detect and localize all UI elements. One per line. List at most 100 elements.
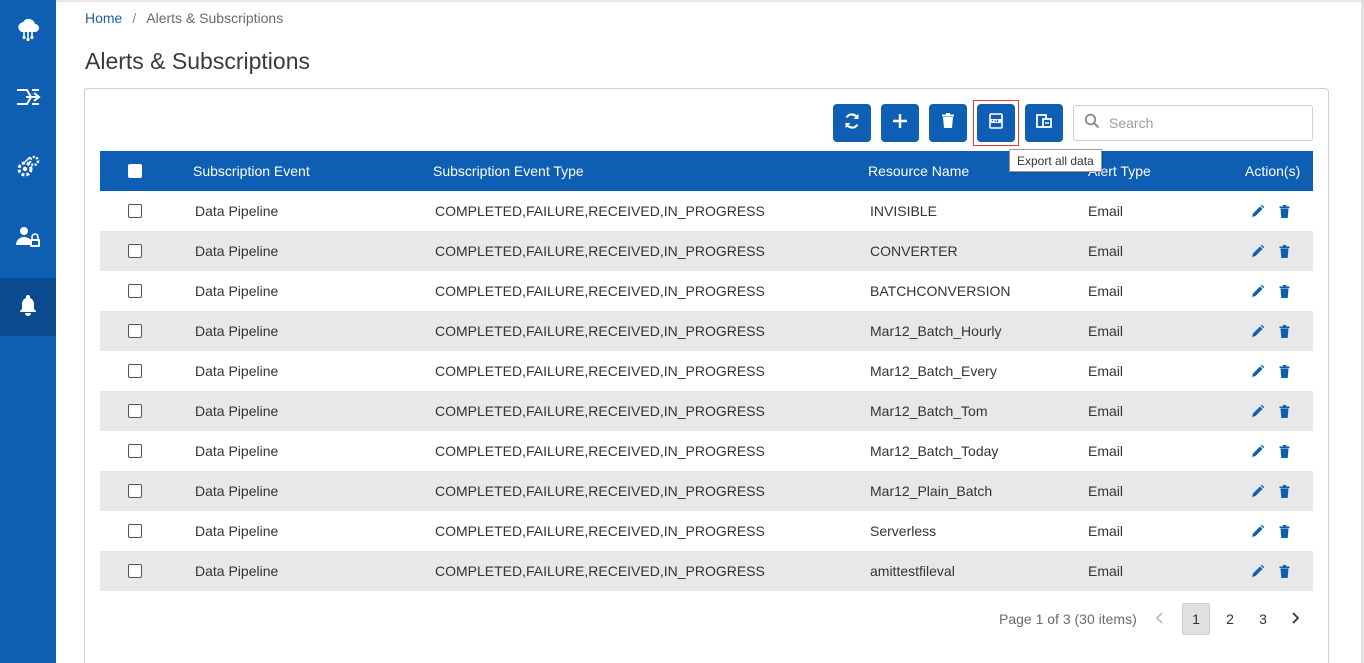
select-all-checkbox[interactable] [128, 164, 142, 178]
row-select-cell [128, 511, 142, 551]
row-checkbox[interactable] [128, 564, 142, 578]
breadcrumb-current: Alerts & Subscriptions [146, 10, 284, 26]
cell-actions [1250, 551, 1292, 591]
page-button-3[interactable]: 3 [1249, 603, 1277, 635]
row-select-cell [128, 551, 142, 591]
row-select-cell [128, 191, 142, 231]
trash-icon [938, 111, 958, 136]
delete-row-button[interactable] [1277, 204, 1292, 219]
edit-row-button[interactable] [1250, 284, 1265, 299]
cell-event-type: COMPLETED,FAILURE,RECEIVED,IN_PROGRESS [435, 203, 765, 219]
sidebar-item-cloud[interactable] [0, 3, 56, 61]
edit-row-button[interactable] [1250, 444, 1265, 459]
delete-row-button[interactable] [1277, 524, 1292, 539]
page-title: Alerts & Subscriptions [85, 48, 310, 74]
search-icon [1084, 113, 1109, 134]
row-checkbox[interactable] [128, 244, 142, 258]
table-row: Data Pipeline COMPLETED,FAILURE,RECEIVED,… [100, 431, 1313, 471]
row-checkbox[interactable] [128, 324, 142, 338]
cell-event: Data Pipeline [195, 203, 279, 219]
sidebar-item-settings[interactable] [0, 140, 56, 198]
trash-icon [1277, 244, 1292, 259]
column-header-event[interactable]: Subscription Event [193, 151, 310, 191]
cell-event-type: COMPLETED,FAILURE,RECEIVED,IN_PROGRESS [435, 443, 765, 459]
cell-actions [1250, 231, 1292, 271]
cell-actions [1250, 511, 1292, 551]
column-header-event-type[interactable]: Subscription Event Type [433, 151, 584, 191]
sidebar-item-alerts[interactable] [0, 278, 56, 336]
edit-row-button[interactable] [1250, 204, 1265, 219]
cell-event: Data Pipeline [195, 403, 279, 419]
chevron-left-icon [1153, 611, 1167, 628]
search-input[interactable] [1109, 115, 1299, 131]
table-row: Data Pipeline COMPLETED,FAILURE,RECEIVED,… [100, 191, 1313, 231]
cell-alert-type: Email [1088, 243, 1124, 259]
table-row: Data Pipeline COMPLETED,FAILURE,RECEIVED,… [100, 551, 1313, 591]
refresh-button[interactable] [833, 104, 871, 142]
cell-actions [1250, 431, 1292, 471]
delete-row-button[interactable] [1277, 564, 1292, 579]
cell-resource: CONVERTER [870, 243, 958, 259]
delete-row-button[interactable] [1277, 404, 1292, 419]
row-checkbox[interactable] [128, 204, 142, 218]
delete-row-button[interactable] [1277, 324, 1292, 339]
next-page-button[interactable] [1281, 603, 1309, 635]
pencil-icon [1250, 404, 1265, 419]
trash-icon [1277, 204, 1292, 219]
pencil-icon [1250, 444, 1265, 459]
cell-actions [1250, 191, 1292, 231]
add-subscription-button[interactable] [881, 104, 919, 142]
sidebar-item-pipelines[interactable] [0, 70, 56, 128]
page-button-2[interactable]: 2 [1216, 603, 1244, 635]
cell-alert-type: Email [1088, 523, 1124, 539]
cell-event: Data Pipeline [195, 243, 279, 259]
edit-row-button[interactable] [1250, 364, 1265, 379]
edit-row-button[interactable] [1250, 324, 1265, 339]
table-header: Subscription Event Subscription Event Ty… [100, 151, 1313, 191]
prev-page-button[interactable] [1146, 603, 1174, 635]
edit-row-button[interactable] [1250, 244, 1265, 259]
row-select-cell [128, 311, 142, 351]
edit-row-button[interactable] [1250, 484, 1265, 499]
cell-event-type: COMPLETED,FAILURE,RECEIVED,IN_PROGRESS [435, 323, 765, 339]
sidebar-item-users[interactable] [0, 210, 56, 268]
delete-row-button[interactable] [1277, 444, 1292, 459]
plus-icon [890, 111, 910, 136]
row-checkbox[interactable] [128, 364, 142, 378]
edit-row-button[interactable] [1250, 404, 1265, 419]
cell-resource: Serverless [870, 523, 937, 539]
row-checkbox[interactable] [128, 284, 142, 298]
cloud-network-icon [14, 16, 42, 49]
column-header-actions: Action(s) [1245, 163, 1301, 179]
delete-row-button[interactable] [1277, 244, 1292, 259]
trash-icon [1277, 564, 1292, 579]
cell-event-type: COMPLETED,FAILURE,RECEIVED,IN_PROGRESS [435, 403, 765, 419]
breadcrumb-home-link[interactable]: Home [85, 10, 122, 26]
row-checkbox[interactable] [128, 484, 142, 498]
delete-selected-button[interactable] [929, 104, 967, 142]
breadcrumb: Home / Alerts & Subscriptions [85, 10, 283, 26]
cell-resource: Mar12_Plain_Batch [870, 483, 993, 499]
cell-actions [1250, 471, 1292, 511]
export-button-highlight [973, 100, 1019, 146]
row-checkbox[interactable] [128, 524, 142, 538]
edit-row-button[interactable] [1250, 524, 1265, 539]
pencil-icon [1250, 204, 1265, 219]
export-page-button[interactable] [1025, 104, 1063, 142]
table-row: Data Pipeline COMPLETED,FAILURE,RECEIVED,… [100, 311, 1313, 351]
row-checkbox[interactable] [128, 444, 142, 458]
export-tooltip: Export all data [1009, 149, 1102, 172]
column-header-resource[interactable]: Resource Name [868, 151, 969, 191]
delete-row-button[interactable] [1277, 364, 1292, 379]
edit-row-button[interactable] [1250, 564, 1265, 579]
cell-resource: Mar12_Batch_Every [870, 363, 997, 379]
cell-event: Data Pipeline [195, 323, 279, 339]
delete-row-button[interactable] [1277, 284, 1292, 299]
cell-alert-type: Email [1088, 483, 1124, 499]
page-button-1[interactable]: 1 [1182, 603, 1210, 635]
row-checkbox[interactable] [128, 404, 142, 418]
subscriptions-table: Subscription Event Subscription Event Ty… [100, 151, 1313, 591]
row-select-cell [128, 391, 142, 431]
table-body: Data Pipeline COMPLETED,FAILURE,RECEIVED,… [100, 191, 1313, 591]
delete-row-button[interactable] [1277, 484, 1292, 499]
